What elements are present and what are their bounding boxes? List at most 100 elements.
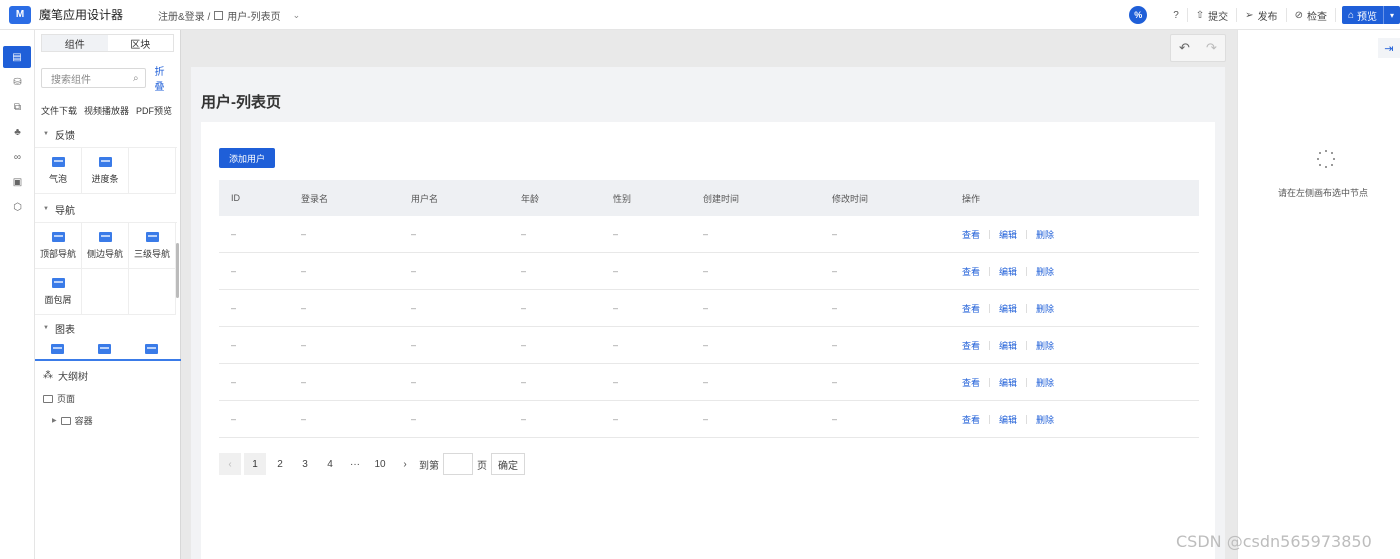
comp-three-level-nav[interactable]: 三级导航 xyxy=(129,223,176,269)
question-circle-icon: ? xyxy=(1173,9,1179,21)
watermark: CSDN @csdn565973850 xyxy=(1176,532,1372,551)
view-link[interactable]: 查看 xyxy=(962,339,980,352)
icon-rail: ▤ ⛁ ⧉ ♣ ∞ ▣ ⬡ xyxy=(0,30,35,559)
search-placeholder: 搜索组件 xyxy=(51,74,91,86)
preview-dropdown-chevron-icon[interactable]: ▾ xyxy=(1384,11,1400,20)
edit-link[interactable]: 编辑 xyxy=(999,339,1017,352)
preview-button[interactable]: ⌂ 预览 ▾ xyxy=(1341,6,1400,24)
view-link[interactable]: 查看 xyxy=(962,376,980,389)
page-title: 用户-列表页 xyxy=(201,94,281,111)
breadcrumb-page[interactable]: 用户-列表页 xyxy=(227,8,280,23)
tab-components[interactable]: 组件 xyxy=(42,35,108,51)
rail-database-icon[interactable]: ⛁ xyxy=(0,70,35,95)
delete-link[interactable]: 删除 xyxy=(1036,228,1054,241)
next-page-button[interactable]: › xyxy=(394,453,416,475)
percent-button[interactable]: % xyxy=(1129,6,1148,24)
comp-breadcrumb[interactable]: 面包屑 xyxy=(35,269,82,315)
folder-icon xyxy=(43,394,53,403)
table-row: – – – – – – – 查看 编辑 删除 xyxy=(219,401,1199,438)
publish-button[interactable]: ➢ 发布 xyxy=(1237,8,1287,23)
page-3[interactable]: 3 xyxy=(294,453,316,475)
cell-gender: – xyxy=(613,377,619,387)
submit-button[interactable]: ⇧ 提交 xyxy=(1188,8,1238,23)
view-link[interactable]: 查看 xyxy=(962,228,980,241)
rail-org-icon[interactable]: ♣ xyxy=(0,120,35,145)
cell-gender: – xyxy=(613,414,619,424)
panel-scrollbar[interactable] xyxy=(176,243,179,298)
edit-link[interactable]: 编辑 xyxy=(999,413,1017,426)
comp-progress[interactable]: 进度条 xyxy=(82,148,129,194)
caret-right-icon[interactable]: ▶ xyxy=(52,417,57,424)
design-canvas: ↶ ↷ 用户-列表页 添加用户 ID 登录名 用户名 年龄 性别 创建时间 修改… xyxy=(181,30,1237,559)
cell-login: – xyxy=(301,414,307,424)
quick-item-pdf-preview[interactable]: PDF预览 xyxy=(136,104,172,117)
comp-label: 气泡 xyxy=(48,173,67,184)
chevron-down-icon[interactable]: ⌄ xyxy=(293,10,301,21)
delete-link[interactable]: 删除 xyxy=(1036,376,1054,389)
page-4[interactable]: 4 xyxy=(319,453,341,475)
comp-top-nav[interactable]: 顶部导航 xyxy=(35,223,82,269)
page-2[interactable]: 2 xyxy=(269,453,291,475)
rail-page-icon[interactable]: ▤ xyxy=(3,46,31,68)
action-divider xyxy=(989,303,991,313)
bar-chart-icon[interactable] xyxy=(51,344,64,354)
rail-package-icon[interactable]: ▣ xyxy=(0,170,35,195)
breadcrumb-parent[interactable]: 注册&登录 / xyxy=(158,8,210,23)
quick-item-file-download[interactable]: 文件下载 xyxy=(41,104,77,117)
search-input[interactable]: 搜索组件 ⌕ xyxy=(41,68,146,88)
tree-divider[interactable] xyxy=(35,359,181,361)
quick-item-video-player[interactable]: 视频播放器 xyxy=(84,104,129,117)
line-chart-icon[interactable] xyxy=(145,344,158,354)
tree-node-container[interactable]: ▶ 容器 xyxy=(52,414,93,427)
edit-link[interactable]: 编辑 xyxy=(999,302,1017,315)
edit-link[interactable]: 编辑 xyxy=(999,228,1017,241)
table-row: – – – – – – – 查看 编辑 删除 xyxy=(219,216,1199,253)
comp-side-nav[interactable]: 侧边导航 xyxy=(82,223,129,269)
view-link[interactable]: 查看 xyxy=(962,413,980,426)
rail-link-icon[interactable]: ∞ xyxy=(0,145,35,170)
goto-confirm-button[interactable]: 确定 xyxy=(491,453,525,475)
cell-username: – xyxy=(411,266,417,276)
group-feedback[interactable]: ▼ 反馈 xyxy=(43,124,180,144)
panel-toggle-icon[interactable]: ⇥ xyxy=(1378,38,1400,58)
edit-link[interactable]: 编辑 xyxy=(999,265,1017,278)
cell-username: – xyxy=(411,377,417,387)
prev-page-button[interactable]: ‹ xyxy=(219,453,241,475)
group-navigation[interactable]: ▼ 导航 xyxy=(43,199,180,219)
goto-page-input[interactable] xyxy=(443,453,473,475)
folder-icon xyxy=(60,416,71,425)
rail-flow-icon[interactable]: ⧉ xyxy=(0,95,35,120)
page-ellipsis[interactable]: ··· xyxy=(344,453,366,475)
comp-bubble[interactable]: 气泡 xyxy=(35,148,82,194)
tree-node-page[interactable]: 页面 xyxy=(43,392,75,405)
delete-link[interactable]: 删除 xyxy=(1036,302,1054,315)
help-button[interactable]: ? xyxy=(1165,8,1188,22)
preview-main[interactable]: ⌂ 预览 xyxy=(1342,6,1384,24)
pagination: ‹ 1 2 3 4 ··· 10 › 到第 页 确定 xyxy=(219,453,525,475)
check-button[interactable]: ⊘ 检查 xyxy=(1287,8,1336,23)
undo-icon[interactable]: ↶ xyxy=(1179,40,1190,56)
toolbar: % ? ⇧ 提交 ➢ 发布 ⊘ 检查 ⌂ 预览 ▾ xyxy=(1129,0,1400,30)
collapse-button[interactable]: 折叠 xyxy=(155,63,174,93)
add-user-button[interactable]: 添加用户 xyxy=(219,148,275,168)
group-charts[interactable]: ▼ 图表 xyxy=(43,318,180,338)
view-link[interactable]: 查看 xyxy=(962,265,980,278)
cell-gender: – xyxy=(613,229,619,239)
redo-icon[interactable]: ↷ xyxy=(1206,40,1217,56)
delete-link[interactable]: 删除 xyxy=(1036,265,1054,278)
cell-id: – xyxy=(231,414,237,424)
properties-panel: ⇥ 请在左侧画布选中节点 xyxy=(1237,30,1400,559)
tab-blocks[interactable]: 区块 xyxy=(108,35,174,51)
edit-link[interactable]: 编辑 xyxy=(999,376,1017,389)
rail-cube-icon[interactable]: ⬡ xyxy=(0,195,35,220)
action-divider xyxy=(989,229,991,239)
cell-age: – xyxy=(521,377,527,387)
page-1[interactable]: 1 xyxy=(244,453,266,475)
delete-link[interactable]: 删除 xyxy=(1036,413,1054,426)
delete-link[interactable]: 删除 xyxy=(1036,339,1054,352)
pie-chart-icon[interactable] xyxy=(98,344,111,354)
table-row: – – – – – – – 查看 编辑 删除 xyxy=(219,364,1199,401)
row-actions: 查看 编辑 删除 xyxy=(962,339,1162,352)
view-link[interactable]: 查看 xyxy=(962,302,980,315)
page-10[interactable]: 10 xyxy=(369,453,391,475)
